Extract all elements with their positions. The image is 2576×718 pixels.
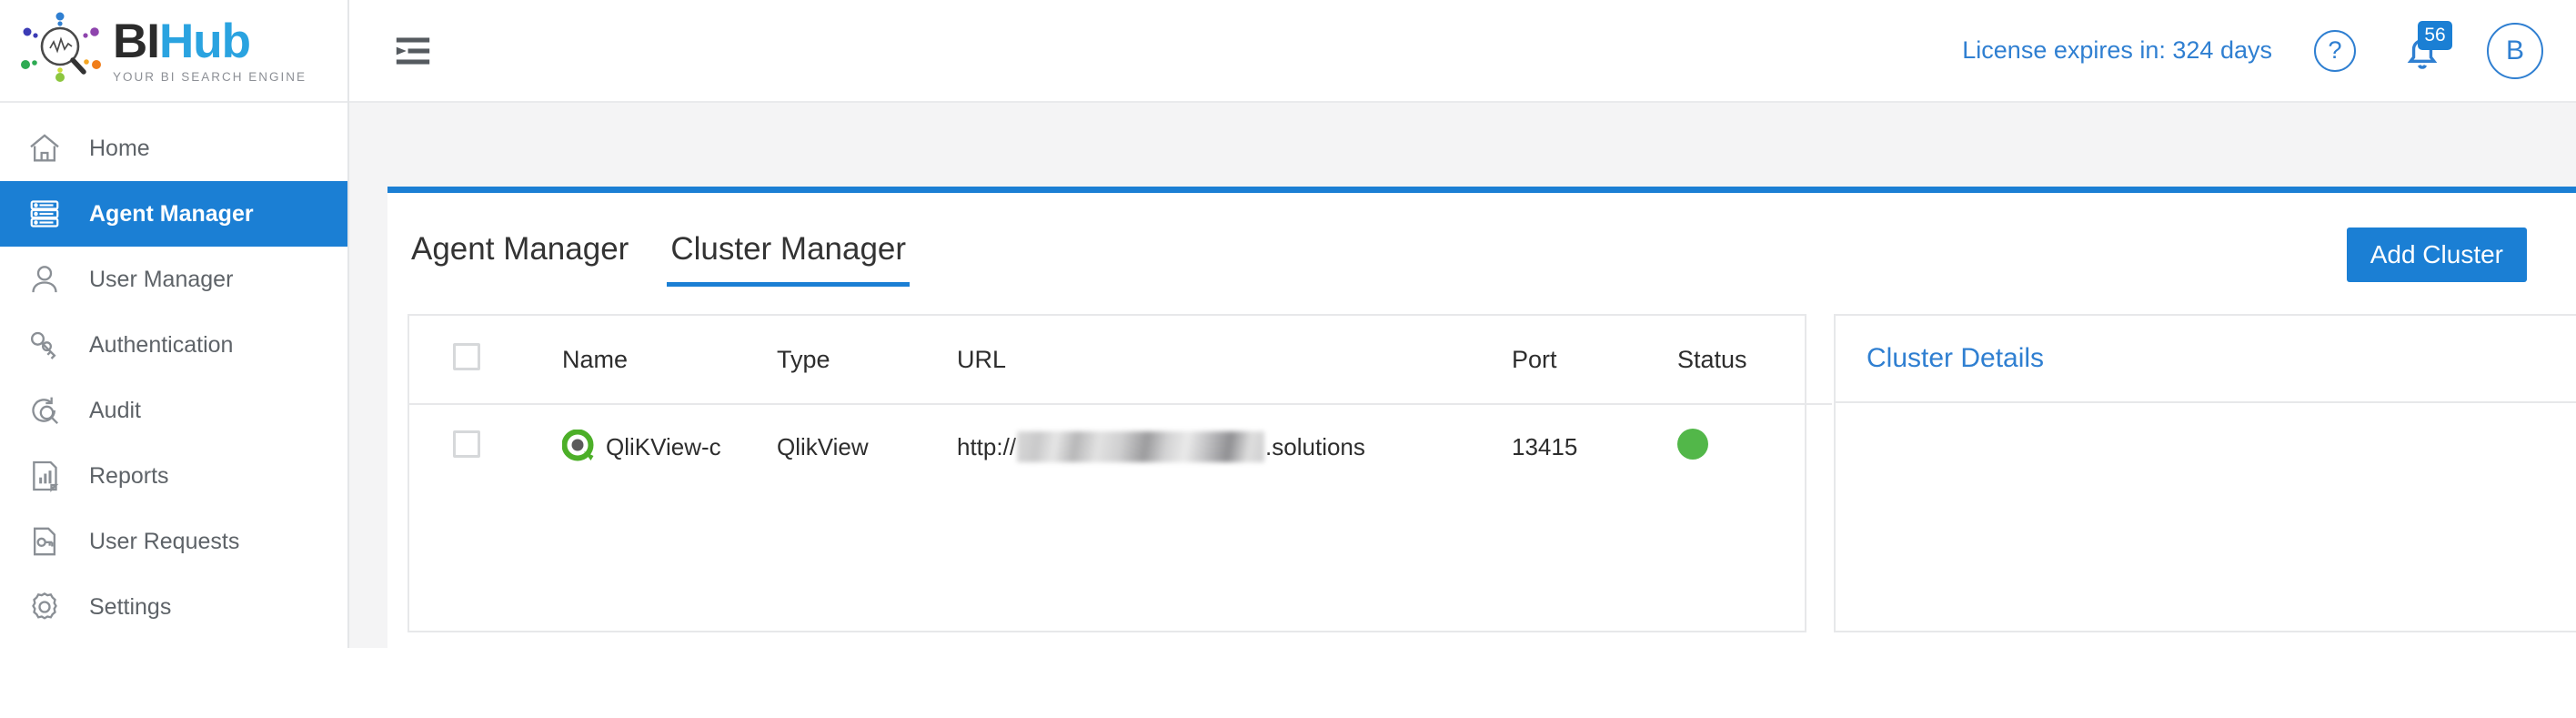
user-icon: [24, 258, 65, 300]
table-header-select-all: [409, 316, 562, 405]
tab-cluster-manager[interactable]: Cluster Manager: [667, 231, 911, 287]
sidebar-item-label: Audit: [89, 397, 141, 423]
clusters-table: Name Type URL Port Status QliKView-c Qli…: [409, 316, 1832, 489]
status-badge: [1677, 428, 1708, 460]
row-name-label: QliKView-c: [606, 432, 721, 460]
row-url-redacted-blur: [1017, 431, 1265, 462]
content-column: License expires in: 324 days ? 56 B Agen…: [349, 0, 2576, 648]
avatar[interactable]: B: [2487, 22, 2543, 79]
notification-badge: 56: [2418, 20, 2452, 50]
row-select-cell: [409, 404, 562, 489]
sidebar-item-label: User Manager: [89, 266, 234, 292]
row-checkbox[interactable]: [453, 430, 480, 458]
table-header-port[interactable]: Port: [1512, 316, 1677, 405]
page-sheet: Agent Manager Cluster Manager Add Cluste…: [387, 187, 2576, 648]
cluster-details-panel: Cluster Details: [1834, 314, 2576, 632]
sidebar-item-label: Agent Manager: [89, 200, 254, 227]
table-header-url[interactable]: URL: [957, 316, 1512, 405]
sidebar-item-label: Settings: [89, 593, 172, 620]
notifications-button[interactable]: 56: [2398, 20, 2452, 76]
row-url-cell: http:// .solutions: [957, 404, 1512, 489]
collapse-menu-icon[interactable]: [387, 25, 438, 76]
table-header-row: Name Type URL Port Status: [409, 316, 1832, 405]
sidebar: BIHub YOUR BI SEARCH ENGINE Home Agent M…: [0, 0, 349, 648]
audit-search-icon: [24, 389, 65, 431]
home-icon: [24, 127, 65, 169]
row-name-cell: QliKView-c: [561, 404, 777, 489]
bihub-magnifier-logo-icon: [20, 12, 107, 90]
sidebar-item-user-manager[interactable]: User Manager: [0, 247, 347, 312]
row-port-cell: 13415: [1512, 432, 1578, 460]
help-icon[interactable]: ?: [2314, 29, 2356, 72]
clusters-table-panel: Name Type URL Port Status QliKView-c Qli…: [408, 314, 1832, 632]
brand-logo[interactable]: BIHub YOUR BI SEARCH ENGINE: [0, 0, 347, 103]
cluster-details-body: [1836, 403, 2576, 718]
brand-wordmark: BIHub YOUR BI SEARCH ENGINE: [113, 17, 307, 84]
document-key-icon: [24, 521, 65, 562]
sidebar-item-agent-manager[interactable]: Agent Manager: [0, 181, 347, 247]
sidebar-item-authentication[interactable]: Authentication: [0, 312, 347, 378]
table-header-name[interactable]: Name: [562, 316, 777, 405]
panels: Name Type URL Port Status QliKView-c Qli…: [387, 287, 2576, 632]
license-status[interactable]: License expires in: 324 days: [1962, 36, 2272, 65]
server-icon: [24, 193, 65, 235]
sidebar-item-reports[interactable]: Reports: [0, 443, 347, 509]
row-status-cell: [1677, 404, 1832, 489]
topbar: License expires in: 324 days ? 56 B: [349, 0, 2576, 103]
row-type-cell: QlikView: [777, 432, 869, 460]
row-url-prefix: http://: [957, 432, 1017, 460]
add-cluster-button[interactable]: Add Cluster: [2346, 228, 2527, 282]
sidebar-nav: Home Agent Manager User Manager Authenti…: [0, 103, 347, 640]
brand-tagline: YOUR BI SEARCH ENGINE: [113, 70, 307, 84]
cluster-details-title: Cluster Details: [1836, 316, 2576, 403]
table-header-status[interactable]: Status: [1677, 316, 1832, 405]
sidebar-item-label: Home: [89, 135, 150, 161]
sidebar-item-home[interactable]: Home: [0, 116, 347, 181]
select-all-checkbox[interactable]: [453, 342, 480, 370]
table-header-type[interactable]: Type: [777, 316, 957, 405]
tabs-row: Agent Manager Cluster Manager Add Cluste…: [387, 193, 2576, 287]
sidebar-item-label: Reports: [89, 462, 169, 489]
brand-name-hub: Hub: [159, 15, 251, 68]
page-body: Agent Manager Cluster Manager Add Cluste…: [349, 103, 2576, 648]
table-row[interactable]: QliKView-c QlikView http:// .solutions 1…: [409, 404, 1832, 489]
sidebar-item-label: User Requests: [89, 528, 240, 554]
key-icon: [24, 324, 65, 366]
gear-icon: [24, 586, 65, 628]
sidebar-item-user-requests[interactable]: User Requests: [0, 509, 347, 574]
tab-agent-manager[interactable]: Agent Manager: [408, 231, 632, 287]
sidebar-item-label: Authentication: [89, 331, 234, 358]
qlikview-logo-icon: [561, 429, 597, 464]
app-root: BIHub YOUR BI SEARCH ENGINE Home Agent M…: [0, 0, 2576, 648]
sidebar-item-settings[interactable]: Settings: [0, 574, 347, 640]
brand-name-bi: BI: [113, 15, 160, 68]
table-body: QliKView-c QlikView http:// .solutions 1…: [409, 404, 1832, 489]
sidebar-item-audit[interactable]: Audit: [0, 378, 347, 443]
report-chart-icon: [24, 455, 65, 497]
row-url-suffix: .solutions: [1265, 432, 1365, 460]
table-head: Name Type URL Port Status: [409, 316, 1832, 405]
